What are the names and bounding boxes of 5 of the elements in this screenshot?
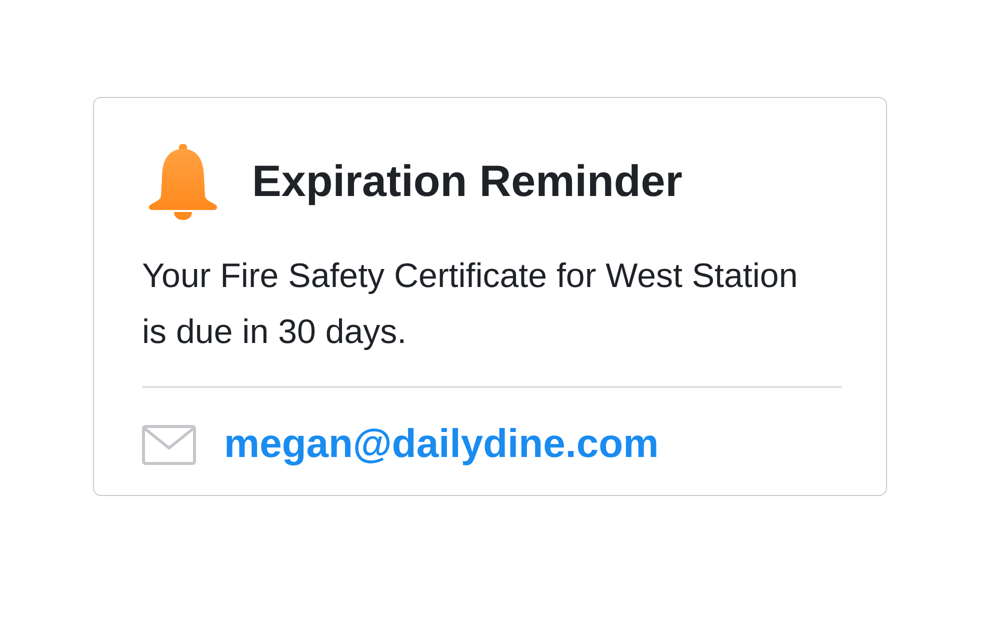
reminder-message: Your Fire Safety Certificate for West Station is due in 30 days. <box>142 256 799 353</box>
email-link[interactable]: megan@dailydine.com <box>224 422 659 467</box>
bell-icon <box>148 144 218 220</box>
reminder-title: Expiration Reminder <box>252 157 682 207</box>
envelope-icon <box>142 424 196 464</box>
